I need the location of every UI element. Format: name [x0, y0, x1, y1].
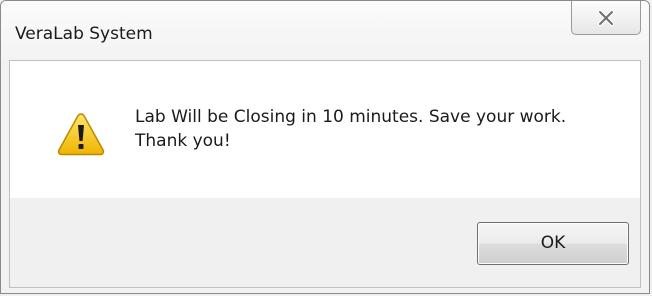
title-bar[interactable]: VeraLab System: [1, 1, 649, 60]
ok-button[interactable]: OK: [477, 222, 629, 265]
message-line-2: Thank you!: [135, 131, 231, 151]
message-area: Lab Will be Closing in 10 minutes. Save …: [10, 61, 640, 198]
warning-icon: [57, 113, 105, 156]
dialog-body: Lab Will be Closing in 10 minutes. Save …: [9, 60, 641, 288]
close-icon: [598, 10, 614, 26]
dialog-window: VeraLab System Lab Will be Closing in 10…: [0, 0, 650, 294]
window-title: VeraLab System: [15, 24, 153, 44]
close-button[interactable]: [571, 1, 641, 35]
message-text: Lab Will be Closing in 10 minutes. Save …: [135, 105, 566, 153]
button-bar: OK: [10, 198, 640, 287]
message-line-1: Lab Will be Closing in 10 minutes. Save …: [135, 107, 567, 127]
